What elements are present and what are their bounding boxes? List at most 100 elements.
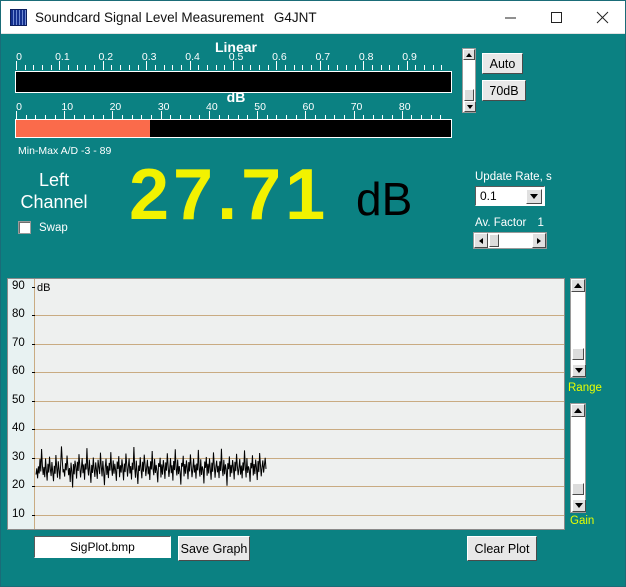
update-rate-select[interactable]: 0.1	[475, 186, 545, 206]
scale-tick-minor	[381, 65, 382, 70]
scale-tick-minor	[198, 65, 199, 70]
update-rate-value: 0.1	[476, 189, 497, 203]
gain-scroll-thumb[interactable]	[572, 483, 584, 495]
scale-tick-minor	[441, 65, 442, 70]
swap-checkbox[interactable]	[18, 221, 31, 234]
scale-tick-label: 0.7	[315, 51, 330, 63]
scale-tick-minor	[355, 65, 356, 70]
scale-tick-label: 70	[351, 101, 363, 113]
db-scale-ruler: 0 10 20 30 40 50 60 70 80	[16, 103, 450, 120]
range-db-button[interactable]: 70dB	[482, 80, 526, 101]
level-readout-value: 27.71	[129, 159, 329, 231]
linear-scale-ruler: 00.10.20.30.40.50.60.70.80.9	[16, 53, 450, 70]
scale-tick-minor	[207, 65, 208, 70]
chevron-down-icon[interactable]	[526, 189, 542, 204]
filename-value: SigPlot.bmp	[70, 540, 135, 554]
scale-tick-label: 60	[302, 101, 314, 113]
scale-tick-minor	[120, 65, 121, 70]
scale-tick-minor	[328, 65, 329, 70]
scale-tick-label: 0.5	[229, 51, 244, 63]
scale-tick-minor	[68, 65, 69, 70]
gain-scroll-down-button[interactable]	[572, 499, 586, 512]
channel-label-line2: Channel	[9, 191, 99, 213]
scale-tick-label: 0.4	[185, 51, 200, 63]
scale-tick-minor	[372, 65, 373, 70]
range-scroll-down-button[interactable]	[572, 364, 586, 377]
scale-tick-minor	[42, 65, 43, 70]
db-level-fill	[16, 120, 150, 137]
swap-label: Swap	[39, 222, 68, 234]
scale-tick-minor	[415, 65, 416, 70]
scale-tick-label: 0	[16, 51, 22, 63]
scale-tick-label: 0.8	[359, 51, 374, 63]
scale-tick-minor	[311, 65, 312, 70]
av-factor-thumb[interactable]	[489, 234, 499, 247]
scale-tick-minor	[181, 65, 182, 70]
scale-tick-minor	[346, 65, 347, 70]
scale-tick-label: 0.2	[98, 51, 113, 63]
av-factor-scrollbar[interactable]	[473, 232, 547, 249]
gain-label: Gain	[570, 515, 594, 527]
plot-gain-scrollbar[interactable]	[570, 403, 586, 513]
app-icon	[10, 9, 27, 26]
window-title-callsign: G4JNT	[274, 10, 317, 25]
update-rate-label: Update Rate, s	[475, 171, 552, 183]
channel-label-line1: Left	[9, 169, 99, 191]
scale-tick-minor	[389, 65, 390, 70]
scale-tick-label: 0.6	[272, 51, 287, 63]
scale-tick-minor	[129, 65, 130, 70]
scale-tick-minor	[85, 65, 86, 70]
av-factor-left-button[interactable]	[474, 233, 488, 248]
scale-tick-label: 80	[399, 101, 411, 113]
filename-input[interactable]: SigPlot.bmp	[34, 536, 171, 558]
scale-tick-label: 0	[16, 101, 22, 113]
level-range-scrollbar[interactable]	[462, 48, 476, 113]
av-factor-right-button[interactable]	[532, 233, 546, 248]
scale-tick-minor	[294, 65, 295, 70]
save-graph-button[interactable]: Save Graph	[178, 536, 250, 561]
plot-range-scrollbar[interactable]	[570, 278, 586, 378]
range-scroll-up-button[interactable]	[571, 279, 585, 292]
scale-tick-minor	[302, 65, 303, 70]
scale-tick-label: 30	[158, 101, 170, 113]
level-scroll-up-button[interactable]	[463, 49, 475, 60]
scale-tick-label: 20	[110, 101, 122, 113]
clear-plot-button[interactable]: Clear Plot	[467, 536, 537, 561]
window-controls	[487, 1, 625, 34]
scale-tick-minor	[250, 65, 251, 70]
scale-tick-label: 10	[61, 101, 73, 113]
scale-tick-label: 0.1	[55, 51, 70, 63]
scale-tick-label: 50	[254, 101, 266, 113]
scale-tick-minor	[164, 65, 165, 70]
scale-tick-minor	[259, 65, 260, 70]
channel-label: Left Channel	[9, 169, 99, 213]
signal-plot[interactable]: 908070605040302010 dB	[7, 278, 565, 530]
title-bar: Soundcard Signal Level Measurement G4JNT	[1, 1, 625, 34]
scale-tick-minor	[285, 65, 286, 70]
av-factor-label: Av. Factor 1	[475, 217, 544, 229]
auto-button[interactable]: Auto	[482, 53, 523, 74]
gain-scroll-up-button[interactable]	[571, 404, 585, 417]
level-scroll-down-button[interactable]	[464, 101, 476, 112]
close-icon[interactable]	[579, 1, 625, 34]
scale-tick-label: 0.3	[142, 51, 157, 63]
scale-tick-minor	[172, 65, 173, 70]
swap-channel-row[interactable]: Swap	[18, 221, 68, 234]
window-title: Soundcard Signal Level Measurement	[35, 10, 264, 25]
scale-tick-minor	[25, 65, 26, 70]
minimize-icon[interactable]	[487, 1, 533, 34]
scale-tick-minor	[216, 65, 217, 70]
scale-tick-minor	[224, 65, 225, 70]
scale-tick-minor	[94, 65, 95, 70]
scale-tick-minor	[155, 65, 156, 70]
range-scroll-thumb[interactable]	[572, 348, 584, 360]
level-scroll-thumb[interactable]	[464, 89, 474, 101]
scale-tick-minor	[77, 65, 78, 70]
scale-tick-minor	[51, 65, 52, 70]
scale-tick-minor	[424, 65, 425, 70]
maximize-icon[interactable]	[533, 1, 579, 34]
scale-tick-label: 40	[206, 101, 218, 113]
scale-tick-minor	[242, 65, 243, 70]
scale-tick-minor	[33, 65, 34, 70]
db-level-bar	[15, 119, 452, 138]
